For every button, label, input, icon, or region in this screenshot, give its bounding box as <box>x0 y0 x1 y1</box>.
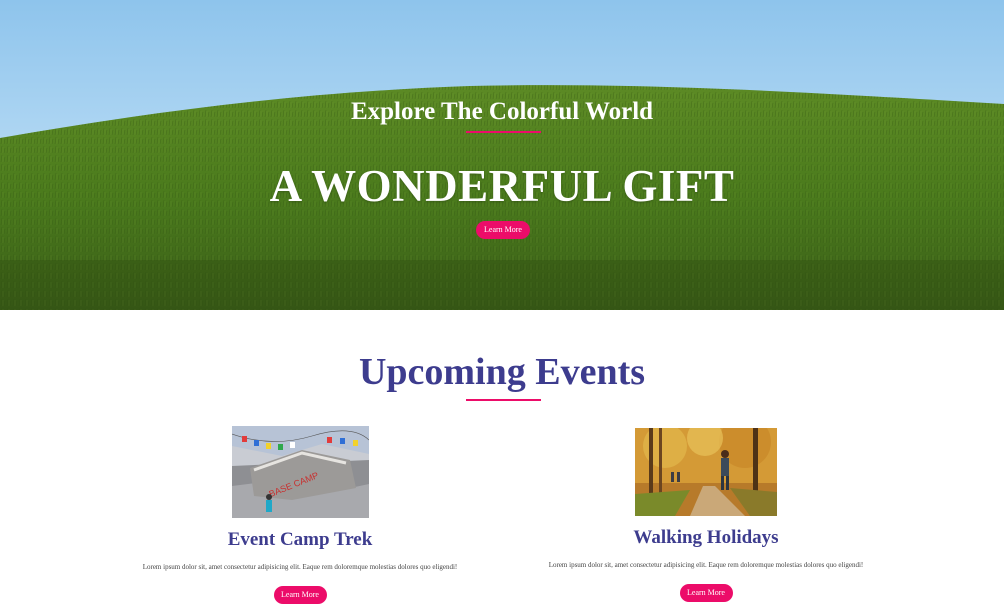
hero-subtitle-underline <box>466 131 541 133</box>
hero-subtitle: Explore The Colorful World <box>350 98 654 125</box>
event-learn-more-button[interactable]: Learn More <box>273 586 327 604</box>
event-image-camp-trek: BASE CAMP <box>231 426 369 518</box>
event-card-walking-holidays: Walking Holidays Lorem ipsum dolor sit, … <box>506 428 906 602</box>
hero-content: Explore The Colorful World A WONDERFUL G… <box>0 0 1004 310</box>
hero-banner: Explore The Colorful World A WONDERFUL G… <box>0 0 1004 310</box>
hero-title: A WONDERFUL GIFT <box>269 161 735 211</box>
event-learn-more-button[interactable]: Learn More <box>679 584 733 602</box>
event-title: Event Camp Trek <box>227 529 373 550</box>
hero-learn-more-button[interactable]: Learn More <box>476 221 530 239</box>
event-title: Walking Holidays <box>633 527 779 548</box>
event-image-walking-holidays <box>635 428 777 516</box>
event-card-camp-trek: BASE CAMP Event Camp Trek Lorem ipsum do… <box>100 426 500 604</box>
section-title: Upcoming Events <box>358 351 646 393</box>
section-title-underline <box>466 399 541 401</box>
event-description: Lorem ipsum dolor sit, amet consectetur … <box>142 563 458 571</box>
event-description: Lorem ipsum dolor sit, amet consectetur … <box>548 561 864 569</box>
